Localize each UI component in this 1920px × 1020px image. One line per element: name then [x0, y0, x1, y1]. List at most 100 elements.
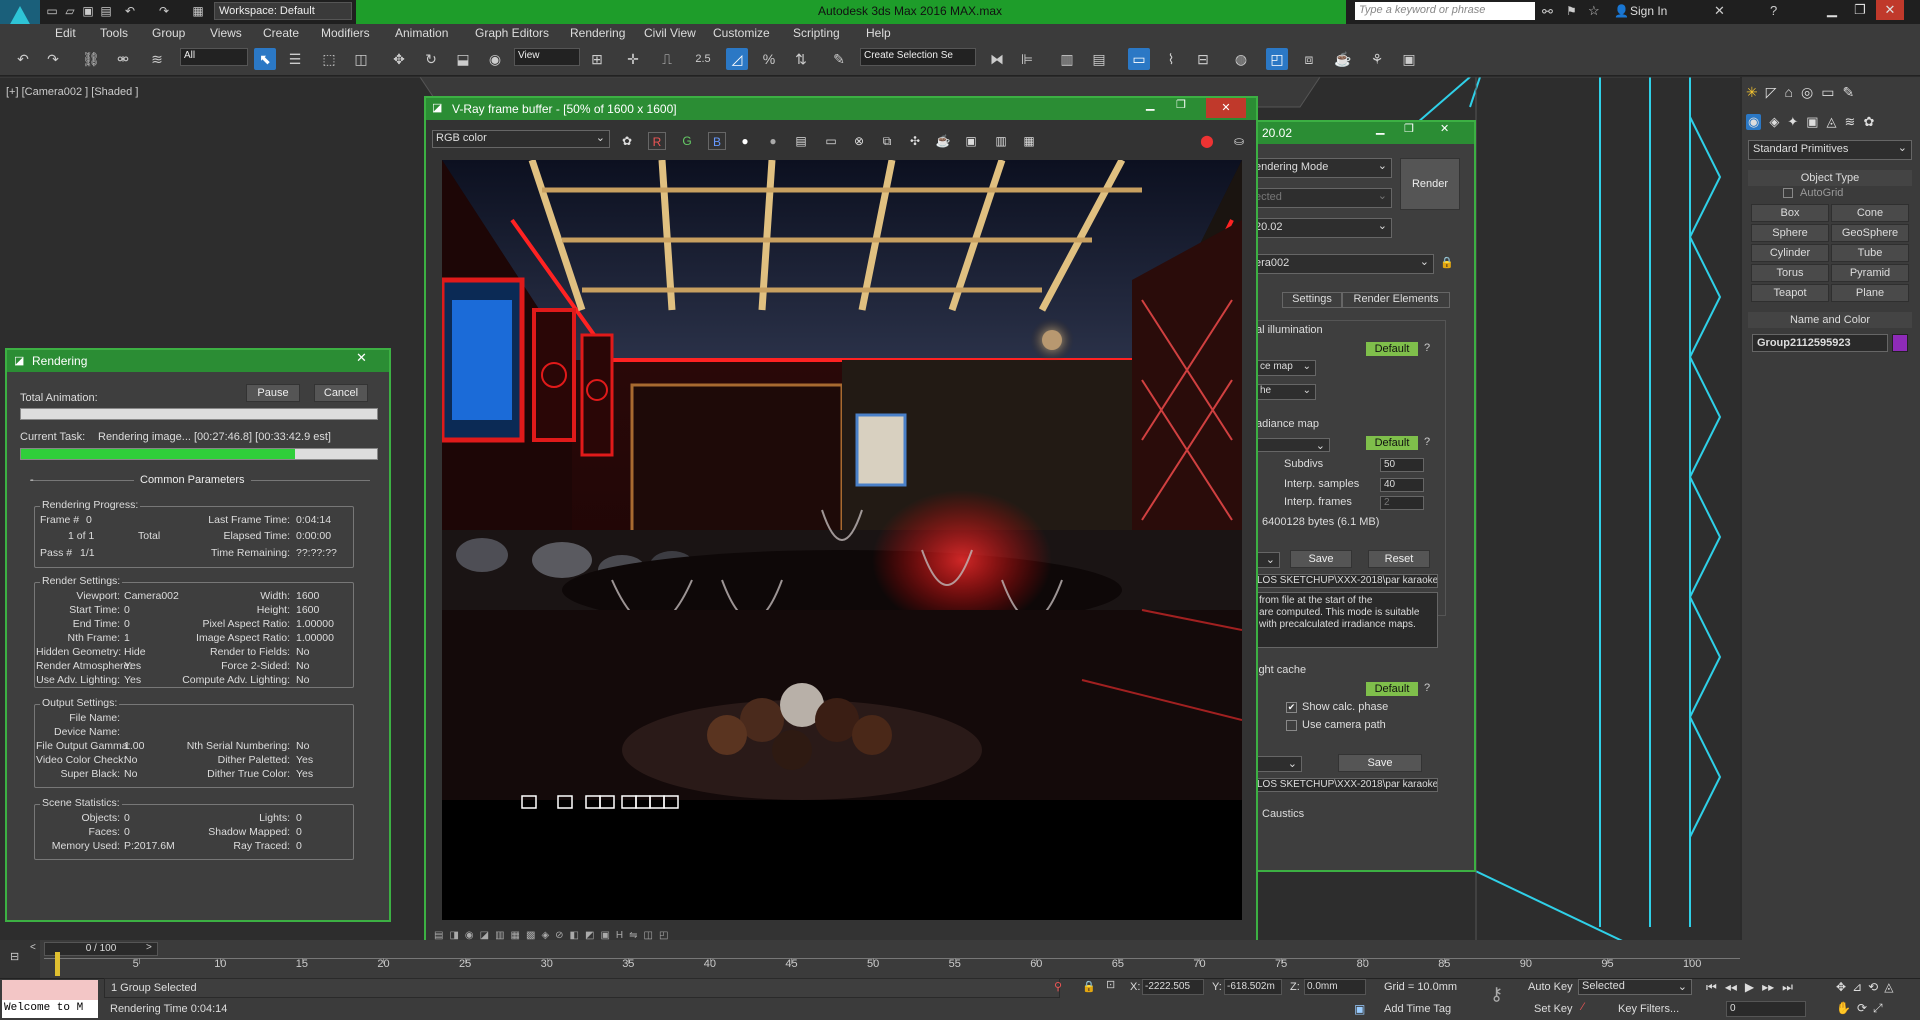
use-camera-path-checkbox[interactable]	[1286, 720, 1297, 731]
communication-icon[interactable]: ⚑	[1566, 4, 1577, 18]
save-file-icon[interactable]: ▣	[80, 3, 96, 19]
cylinder-button[interactable]: Cylinder	[1751, 244, 1829, 262]
light-cache-file-path[interactable]: LOS SKETCHUP\XXX-2018\par karaoke	[1256, 778, 1438, 792]
truck-icon[interactable]: ✋	[1836, 1001, 1851, 1016]
irradiance-default-button[interactable]: Default	[1366, 436, 1418, 450]
lights-icon[interactable]: ✦	[1787, 114, 1798, 130]
geosphere-button[interactable]: GeoSphere	[1831, 224, 1909, 242]
spinner-snap-icon[interactable]: ⇅	[790, 48, 812, 70]
display-tab-icon[interactable]: ▭	[1821, 84, 1834, 101]
undo-icon[interactable]: ↶	[122, 3, 138, 19]
orbit-icon[interactable]: ⟳	[1857, 1001, 1867, 1016]
irradiance-rollout-header[interactable]: adiance map	[1256, 418, 1319, 430]
light-cache-save-button[interactable]: Save	[1338, 754, 1422, 772]
reference-coordinate-dropdown[interactable]: View	[514, 48, 580, 66]
menu-animation[interactable]: Animation	[395, 26, 448, 40]
link-icon[interactable]: ⛓	[80, 48, 102, 70]
keyboard-shortcut-icon[interactable]: ✛	[622, 48, 644, 70]
mirror-icon[interactable]: ⧓	[986, 48, 1008, 70]
menu-views[interactable]: Views	[210, 26, 242, 40]
save-image-icon[interactable]: ▤	[792, 132, 810, 150]
rendering-mode-dropdown[interactable]: endering Mode	[1250, 158, 1392, 178]
menu-create[interactable]: Create	[263, 26, 299, 40]
favorites-icon[interactable]: ☆	[1588, 3, 1600, 19]
subdivs-input[interactable]: 50	[1380, 458, 1424, 472]
green-channel-button[interactable]: G	[678, 132, 696, 150]
set-key-button[interactable]: Set Key	[1534, 1003, 1573, 1015]
irradiance-help-icon[interactable]: ?	[1424, 436, 1430, 448]
close-icon[interactable]: ✕	[1876, 0, 1904, 20]
auto-key-button[interactable]: Auto Key	[1528, 981, 1573, 993]
exchange-icon[interactable]: ✕	[1714, 3, 1725, 19]
caustics-rollout-header[interactable]: Caustics	[1262, 808, 1305, 820]
render-iterative-icon[interactable]: ⚘	[1366, 48, 1388, 70]
menu-tools[interactable]: Tools	[100, 26, 128, 40]
menu-customize[interactable]: Customize	[713, 26, 770, 40]
tab-settings[interactable]: Settings	[1282, 292, 1342, 308]
set-key-icon[interactable]: ⚷	[1490, 984, 1503, 1005]
key-mode-dropdown[interactable]: Selected	[1578, 979, 1692, 995]
time-marker[interactable]	[55, 952, 60, 976]
lock-icon[interactable]: 🔒	[1440, 256, 1454, 269]
irradiance-mode-dropdown[interactable]	[1256, 552, 1280, 568]
rendered-frame-window-icon[interactable]: ⧈	[1298, 48, 1320, 70]
gi-help-icon[interactable]: ?	[1424, 342, 1430, 354]
prev-frame-icon[interactable]: <	[30, 942, 36, 953]
cone-button[interactable]: Cone	[1831, 204, 1909, 222]
alpha-channel-icon[interactable]: ●	[736, 132, 754, 150]
rendering-dialog-close-icon[interactable]: ✕	[356, 350, 367, 366]
menu-help[interactable]: Help	[866, 26, 891, 40]
common-params-collapse-icon[interactable]: -	[30, 474, 34, 486]
sphere-button[interactable]: Sphere	[1751, 224, 1829, 242]
current-frame-input[interactable]: 0	[1726, 1001, 1806, 1017]
load-image-icon[interactable]: ▭	[822, 132, 840, 150]
menu-scripting[interactable]: Scripting	[793, 26, 840, 40]
rendered-image[interactable]	[442, 160, 1242, 920]
snap-toggle-icon[interactable]: 2.5	[692, 48, 714, 70]
primitive-category-dropdown[interactable]: Standard Primitives	[1748, 140, 1912, 160]
render-frame-icon[interactable]: ▣	[1398, 48, 1420, 70]
render-button[interactable]: Render	[1400, 158, 1460, 210]
scale-icon[interactable]: ⬓	[452, 48, 474, 70]
duplicate-to-max-vfb-icon[interactable]: ⧉	[878, 132, 896, 150]
dolly-icon[interactable]: ✥	[1836, 980, 1846, 994]
new-file-icon[interactable]: ▭	[44, 3, 60, 19]
isolate-icon[interactable]: ⚲	[1054, 980, 1062, 993]
pivot-icon[interactable]: ⊞	[586, 48, 608, 70]
blue-channel-button[interactable]: B	[708, 132, 726, 150]
gi-default-button[interactable]: Default	[1366, 342, 1418, 356]
primary-engine-dropdown[interactable]: ce map	[1256, 360, 1316, 376]
hold-icon[interactable]: ▦	[190, 3, 206, 19]
default-in-out-tangent-icon[interactable]: ⁄	[1582, 1001, 1584, 1013]
y-coord-input[interactable]: -618.502m	[1224, 979, 1282, 995]
box-button[interactable]: Box	[1751, 204, 1829, 222]
angle-snap-icon[interactable]: ◿	[726, 48, 748, 70]
interp-frames-input[interactable]: 2	[1380, 496, 1424, 510]
binoculars-icon[interactable]: ⚯	[1542, 4, 1553, 20]
selected-dropdown[interactable]: ected	[1250, 188, 1392, 208]
place-icon[interactable]: ◉	[484, 48, 506, 70]
maximize-viewport-icon[interactable]: ⤢	[1873, 1001, 1883, 1016]
x-coord-input[interactable]: -2222.505	[1142, 979, 1204, 995]
selection-filter-dropdown[interactable]: All	[180, 48, 248, 66]
helpers-icon[interactable]: ◬	[1827, 114, 1837, 130]
color-picker-icon[interactable]: ✿	[618, 132, 636, 150]
irradiance-reset-button[interactable]: Reset	[1368, 550, 1430, 568]
object-color-swatch[interactable]	[1892, 334, 1908, 352]
selection-lock-icon[interactable]: 🔒	[1082, 980, 1096, 993]
minimize-icon[interactable]: ▁	[1818, 0, 1846, 20]
tab-render-elements[interactable]: Render Elements	[1342, 292, 1450, 308]
hierarchy-tab-icon[interactable]: ⌂	[1785, 84, 1793, 101]
cancel-button[interactable]: Cancel	[314, 384, 368, 402]
render-setup-close-icon[interactable]: ✕	[1440, 122, 1449, 135]
absolute-transform-icon[interactable]: ⊡	[1106, 978, 1115, 991]
plane-button[interactable]: Plane	[1831, 284, 1909, 302]
view-to-render-dropdown[interactable]: era002	[1250, 254, 1434, 274]
link-to-viewport-icon[interactable]: ▥	[992, 132, 1010, 150]
light-cache-mode-dropdown[interactable]	[1256, 756, 1302, 772]
material-editor-icon[interactable]: ◍	[1230, 48, 1252, 70]
bind-space-warp-icon[interactable]: ≋	[146, 48, 168, 70]
percent-snap-icon[interactable]: %	[758, 48, 780, 70]
name-and-color-rollout[interactable]: Name and Color	[1748, 312, 1912, 328]
perspective-icon[interactable]: ⊿	[1852, 980, 1862, 994]
